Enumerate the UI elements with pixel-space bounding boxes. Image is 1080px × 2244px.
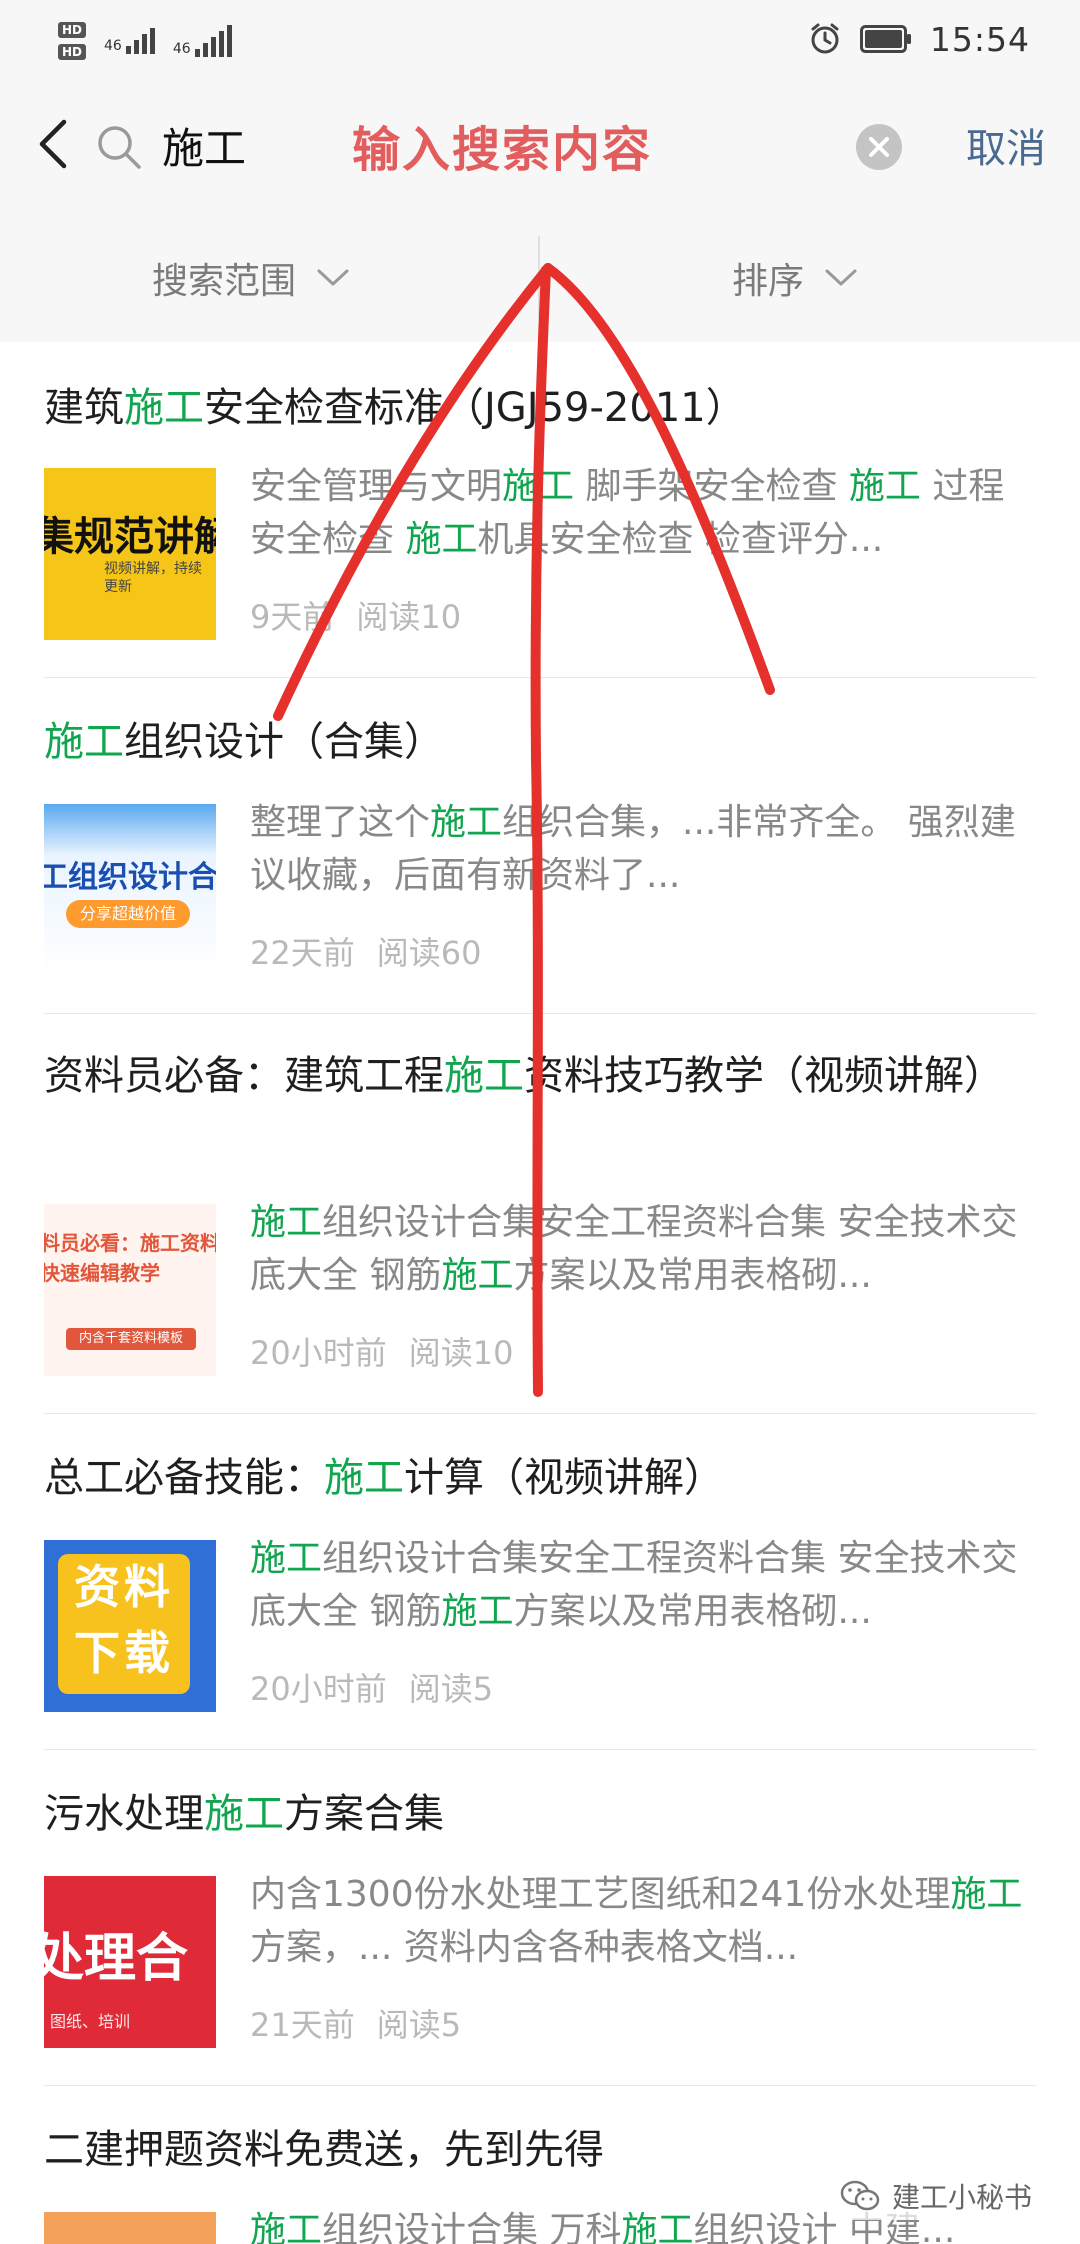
result-item[interactable]: 二建押题资料免费送，先到先得 施工组织设计合集 万科施工组织设计 中建... <box>0 2086 1080 2244</box>
result-time: 9天前 <box>250 598 335 636</box>
result-meta: 21天前 阅读5 <box>250 2000 461 2046</box>
signal-bars-2-icon <box>194 25 232 57</box>
result-title: 施工组织设计（合集） <box>44 719 444 765</box>
result-meta: 20小时前 阅读5 <box>250 1664 493 1710</box>
status-bar: HD HD 46 46 15:54 <box>0 0 1080 78</box>
result-item[interactable]: 施工组织设计（合集） 工组织设计合 分享超越价值 整理了这个施工组织合集，...… <box>0 678 1080 1014</box>
watermark: 建工小秘书 <box>831 2172 1040 2220</box>
result-reads: 阅读5 <box>408 1670 494 1708</box>
result-item[interactable]: 建筑施工安全检查标准（JGJ59-2011） 集规范讲解 视频讲解，持续更新 安… <box>0 342 1080 678</box>
result-thumbnail: 工组织设计合 分享超越价值 <box>44 804 216 976</box>
result-reads: 阅读5 <box>376 2006 462 2044</box>
watermark-text: 建工小秘书 <box>891 2181 1032 2214</box>
result-title: 总工必备技能：施工计算（视频讲解） <box>44 1455 724 1501</box>
result-time: 21天前 <box>250 2006 355 2044</box>
filter-bar: 搜索范围 排序 <box>0 212 1080 343</box>
result-thumbnail: 料员必看：施工资料快速编辑教学 内含千套资料模板 <box>44 1204 216 1376</box>
result-item[interactable]: 资料员必备：建筑工程施工资料技巧教学（视频讲解） 料员必看：施工资料快速编辑教学… <box>0 1014 1080 1414</box>
result-thumbnail: 集规范讲解 视频讲解，持续更新 <box>44 468 216 640</box>
result-title: 污水处理施工方案合集 <box>44 1791 444 1837</box>
result-reads: 阅读60 <box>376 934 482 972</box>
clear-search-button[interactable] <box>856 124 902 170</box>
search-range-dropdown[interactable]: 搜索范围 <box>152 252 350 304</box>
result-time: 22天前 <box>250 934 355 972</box>
hd-badge-2: HD <box>58 44 87 60</box>
result-reads: 阅读10 <box>408 1334 514 1372</box>
battery-icon <box>859 25 911 53</box>
sort-dropdown[interactable]: 排序 <box>732 252 858 304</box>
result-meta: 22天前 阅读60 <box>250 928 481 974</box>
search-range-label: 搜索范围 <box>152 261 297 302</box>
result-thumbnail: 资料下载 <box>44 1540 216 1712</box>
result-summary: 施工组织设计合集安全工程资料合集 安全技术交底大全 钢筋施工方案以及常用表格砌.… <box>250 1538 1018 1632</box>
hd-badge-1: HD <box>58 22 87 38</box>
result-time: 20小时前 <box>250 1670 387 1708</box>
result-summary: 内含1300份水处理工艺图纸和241份水处理施工方案，... 资料内含各种表格文… <box>250 1874 1023 1968</box>
result-summary: 安全管理与文明施工 脚手架安全检查 施工 过程安全检查 施工机具安全检查 检查评… <box>250 466 1005 560</box>
signal-1: 46 <box>104 28 155 54</box>
result-item[interactable]: 总工必备技能：施工计算（视频讲解） 资料下载 施工组织设计合集安全工程资料合集 … <box>0 1414 1080 1750</box>
result-meta: 9天前 阅读10 <box>250 592 461 638</box>
result-thumbnail: 处理合 图纸、培训 <box>44 1876 216 2048</box>
result-meta: 20小时前 阅读10 <box>250 1328 513 1374</box>
search-header: 输入搜索内容 取消 <box>0 78 1080 213</box>
annotation-label: 输入搜索内容 <box>352 122 653 178</box>
signal-2: 46 <box>173 25 232 57</box>
result-title: 二建押题资料免费送，先到先得 <box>44 2127 604 2173</box>
chevron-down-icon <box>317 269 349 286</box>
filter-divider <box>538 236 540 318</box>
signal-bars-1-icon <box>125 28 155 54</box>
result-title: 建筑施工安全检查标准（JGJ59-2011） <box>44 385 746 431</box>
network-type-2: 46 <box>172 41 191 57</box>
status-right: 15:54 <box>808 18 1030 60</box>
alarm-icon <box>811 23 839 54</box>
search-icon <box>98 126 141 169</box>
result-title: 资料员必备：建筑工程施工资料技巧教学（视频讲解） <box>44 1053 1004 1099</box>
cancel-button[interactable]: 取消 <box>966 116 1046 174</box>
back-arrow-icon[interactable] <box>30 116 80 172</box>
result-time: 20小时前 <box>250 1334 387 1372</box>
result-summary: 整理了这个施工组织合集，...非常齐全。 强烈建议收藏，后面有新资料了... <box>250 802 1016 896</box>
wechat-logo-icon <box>840 2180 880 2211</box>
result-thumbnail <box>44 2212 216 2244</box>
chevron-down-icon <box>825 269 857 286</box>
result-item[interactable]: 污水处理施工方案合集 处理合 图纸、培训 内含1300份水处理工艺图纸和241份… <box>0 1750 1080 2086</box>
status-left: HD HD 46 46 <box>58 16 232 66</box>
result-reads: 阅读10 <box>356 598 462 636</box>
sort-label: 排序 <box>732 261 805 302</box>
clear-x-icon <box>869 137 889 157</box>
result-summary: 施工组织设计合集安全工程资料合集 安全技术交底大全 钢筋施工方案以及常用表格砌.… <box>250 1202 1018 1296</box>
clock: 15:54 <box>929 19 1030 59</box>
hd-indicators: HD HD <box>58 22 87 60</box>
network-type-1: 46 <box>104 38 122 54</box>
